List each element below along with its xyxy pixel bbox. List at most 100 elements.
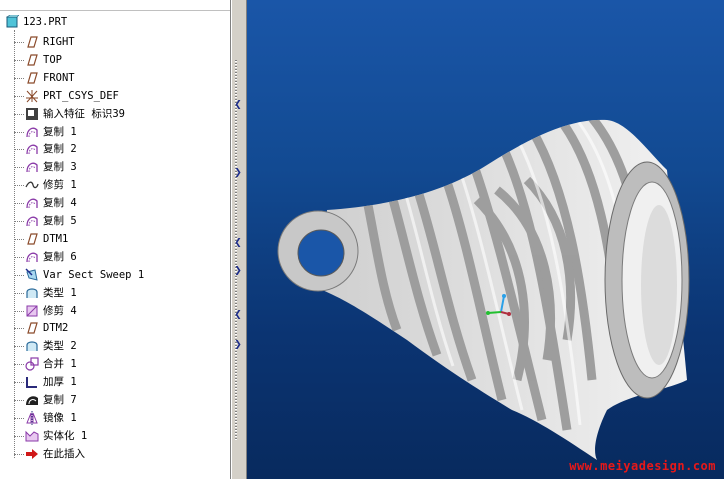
tree-item-label: 复制 4 xyxy=(43,197,77,210)
copy-surface-icon xyxy=(24,159,40,175)
tree-connector-branch xyxy=(14,382,24,384)
tree-item[interactable]: PRT_CSYS_DEF xyxy=(24,87,119,105)
datum-plane-icon xyxy=(24,320,40,336)
tree-item[interactable]: 合并 1 xyxy=(24,355,77,373)
copy-solid-icon xyxy=(24,392,40,408)
tree-connector-branch xyxy=(14,42,24,43)
tree-item[interactable]: FRONT xyxy=(24,69,75,87)
expand-right-icon[interactable]: ❯ xyxy=(233,340,243,350)
tree-item-label: 加厚 1 xyxy=(43,376,77,389)
tree-item-label: 复制 3 xyxy=(43,161,77,174)
tree-item[interactable]: DTM1 xyxy=(24,230,68,248)
var-sweep-icon xyxy=(24,267,40,283)
graphics-viewport[interactable]: www.meiyadesign.com xyxy=(247,0,724,479)
panel-splitter[interactable]: ❮ ❯ ❮ ❯ ❮ ❯ xyxy=(231,0,247,479)
watermark-text: www.meiyadesign.com xyxy=(569,459,716,473)
tree-item[interactable]: 复制 4 xyxy=(24,194,77,212)
expand-right-icon[interactable]: ❯ xyxy=(233,168,243,178)
collapse-left-icon[interactable]: ❮ xyxy=(233,310,243,320)
tree-root-item[interactable]: 123.PRT xyxy=(4,13,67,31)
tree-connector-branch xyxy=(14,274,24,276)
tree-item[interactable]: RIGHT xyxy=(24,33,75,51)
datum-plane-icon xyxy=(24,70,40,86)
tree-connector-branch xyxy=(14,310,24,312)
tree-item-label: 复制 5 xyxy=(43,215,77,227)
collapse-left-icon[interactable]: ❮ xyxy=(233,100,243,110)
tree-item[interactable]: 类型 1 xyxy=(24,284,77,302)
copy-surface-icon xyxy=(24,141,40,157)
tree-item[interactable]: 修剪 1 xyxy=(24,176,77,194)
tree-item-label: TOP xyxy=(43,53,62,66)
tree-connector-branch xyxy=(14,77,24,79)
datum-plane-icon xyxy=(24,34,40,50)
tree-connector-branch xyxy=(14,185,24,187)
copy-surface-icon xyxy=(24,124,40,140)
copy-surface-icon xyxy=(24,213,40,229)
tree-item[interactable]: 实体化 1 xyxy=(24,427,87,445)
tree-item-label: DTM2 xyxy=(43,322,69,335)
tree-item[interactable]: 复制 7 xyxy=(24,391,77,409)
tree-item[interactable]: 在此插入 xyxy=(24,445,85,463)
tree-item-label: 类型 1 xyxy=(43,286,77,299)
tree-item[interactable]: 镜像 1 xyxy=(24,409,77,427)
copy-surface-icon xyxy=(24,249,40,265)
tree-item[interactable]: 加厚 1 xyxy=(24,373,77,391)
tree-item-label: 输入特征 标识39 xyxy=(43,107,125,120)
tree-item-label: 复制 2 xyxy=(43,143,77,156)
datum-plane-icon xyxy=(24,231,40,247)
tree-item-label: 复制 6 xyxy=(43,250,77,263)
tree-connector-branch xyxy=(14,221,24,222)
tree-item-label: 复制 1 xyxy=(43,125,77,138)
tree-item[interactable]: 复制 1 xyxy=(24,123,77,141)
tree-connector-branch xyxy=(14,131,24,133)
tree-connector-branch xyxy=(14,256,24,258)
tree-item[interactable]: TOP xyxy=(24,51,62,69)
tree-item[interactable]: DTM2 xyxy=(24,319,68,337)
tree-item[interactable]: 类型 2 xyxy=(24,337,77,355)
type-surface-icon xyxy=(24,285,40,301)
tree-connector-branch xyxy=(14,435,24,437)
tree-item[interactable]: 复制 2 xyxy=(24,140,77,158)
tree-item[interactable]: 输入特征 标识39 xyxy=(24,105,125,123)
tree-item[interactable]: Var Sect Sweep 1 xyxy=(24,266,144,284)
thicken-icon xyxy=(24,374,40,390)
tree-panel-top-border xyxy=(0,0,230,11)
datum-plane-icon xyxy=(24,52,40,68)
tree-item-label: 修剪 4 xyxy=(43,304,77,317)
tree-connector-branch xyxy=(14,149,24,151)
tree-connector-branch xyxy=(14,95,24,97)
tree-item[interactable]: 复制 6 xyxy=(24,248,77,266)
mirror-icon xyxy=(24,410,40,426)
type-surface-icon xyxy=(24,338,40,354)
tree-connector-line xyxy=(14,30,15,458)
splitter-grip xyxy=(235,60,237,440)
tree-connector-branch xyxy=(14,167,24,169)
tree-connector-branch xyxy=(14,400,24,401)
tree-connector-branch xyxy=(14,453,24,455)
tree-item-label: 修剪 1 xyxy=(43,179,77,192)
trim-curve-icon xyxy=(24,177,40,193)
collapse-left-icon[interactable]: ❮ xyxy=(233,238,243,248)
tree-item-label: 类型 2 xyxy=(43,340,77,353)
tree-connector-branch xyxy=(14,346,24,348)
small-ring-inner xyxy=(297,229,345,277)
import-feature-icon xyxy=(24,106,40,122)
trim-surface-icon xyxy=(24,303,40,319)
tree-item-label: 实体化 1 xyxy=(43,429,88,442)
tree-connector-branch xyxy=(14,113,24,115)
tree-item[interactable]: 复制 3 xyxy=(24,158,77,176)
tree-item-label: Var Sect Sweep 1 xyxy=(43,268,145,281)
tree-root-label: 123.PRT xyxy=(23,16,68,28)
tree-item-label: 在此插入 xyxy=(43,447,85,460)
tree-item[interactable]: 复制 5 xyxy=(24,212,77,230)
merge-icon xyxy=(24,356,40,372)
tree-item-label: 合并 1 xyxy=(43,358,77,371)
expand-right-icon[interactable]: ❯ xyxy=(233,266,243,276)
tree-item-label: DTM1 xyxy=(43,232,69,245)
tree-item[interactable]: 修剪 4 xyxy=(24,302,77,320)
tree-connector-branch xyxy=(14,364,24,366)
tree-item-label: 复制 7 xyxy=(43,394,77,406)
model-tree-panel[interactable]: 123.PRT RIGHT TOP FRONT PRT_CSYS_DEF 输入特征 标识… xyxy=(0,0,231,479)
tree-item-label: FRONT xyxy=(43,71,75,84)
tree-item-label: RIGHT xyxy=(43,36,75,48)
